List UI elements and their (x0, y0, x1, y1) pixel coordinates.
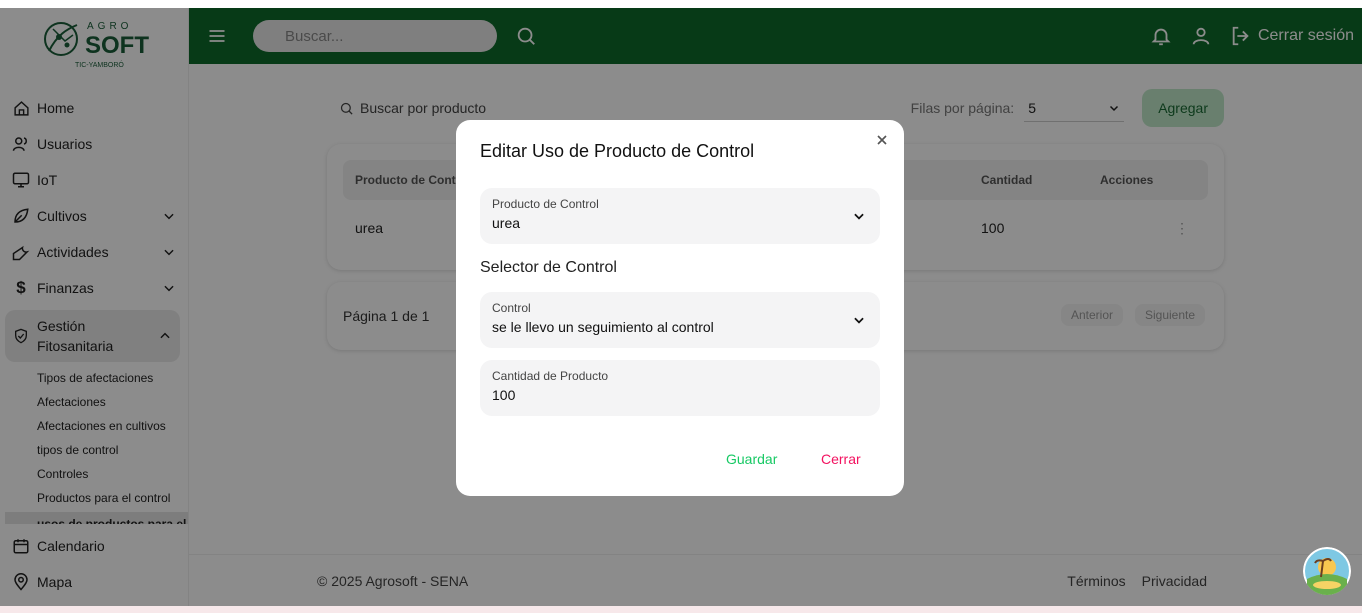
field-value: 100 (492, 387, 516, 403)
field-label: Control (492, 301, 531, 315)
assistant-avatar-icon[interactable] (1303, 547, 1351, 595)
chevron-down-icon (854, 317, 864, 324)
control-select[interactable]: Control se le llevo un seguimiento al co… (480, 292, 880, 348)
bottom-strip (0, 606, 1362, 613)
field-label: Cantidad de Producto (492, 369, 609, 383)
modal-title: Editar Uso de Producto de Control (480, 141, 755, 161)
field-value: urea (492, 215, 521, 231)
edit-modal: Editar Uso de Producto de Control Produc… (456, 120, 904, 496)
cantidad-input[interactable]: Cantidad de Producto 100 (480, 360, 880, 416)
field-value: se le llevo un seguimiento al control (492, 319, 714, 335)
close-icon[interactable] (874, 132, 890, 148)
cancel-button[interactable]: Cerrar (821, 451, 861, 467)
field-label: Producto de Control (492, 197, 599, 211)
producto-select[interactable]: Producto de Control urea (480, 188, 880, 244)
section-heading: Selector de Control (480, 259, 617, 276)
chevron-down-icon (854, 213, 864, 220)
save-button[interactable]: Guardar (726, 451, 777, 467)
